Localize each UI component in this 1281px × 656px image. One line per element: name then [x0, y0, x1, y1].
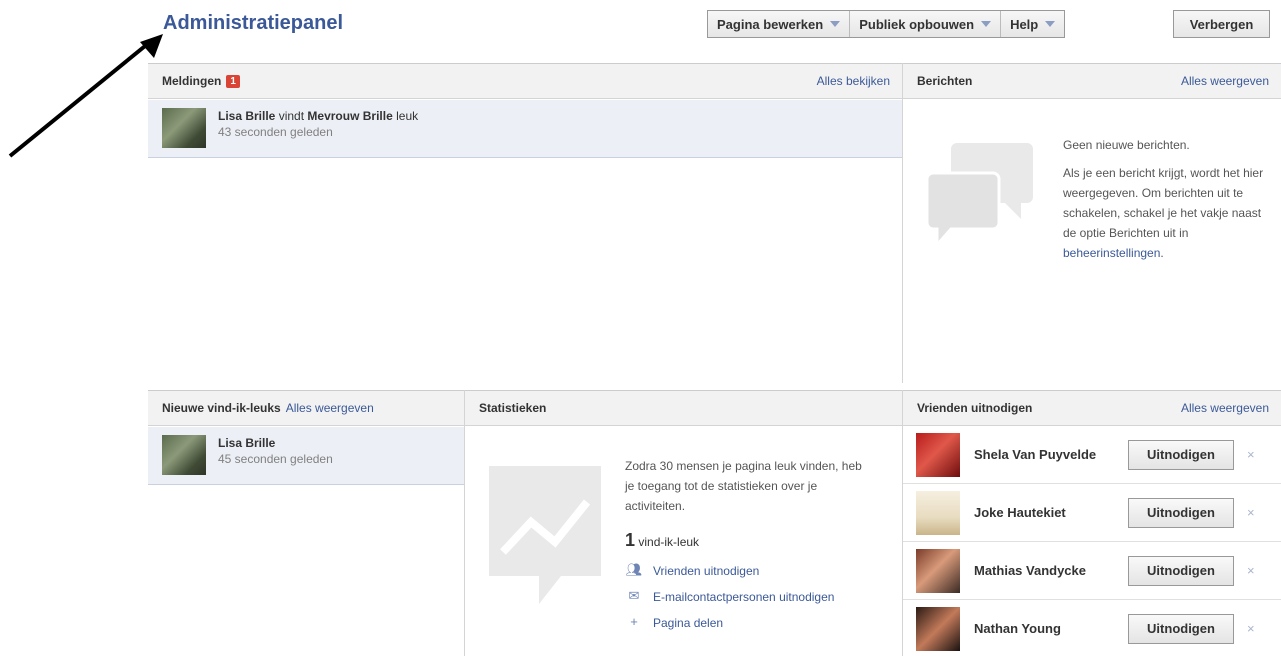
view-all-messages-link[interactable]: Alles weergeven — [1181, 74, 1269, 88]
like-count: 1 vind-ik-leuk — [625, 530, 699, 551]
insights-text: Zodra 30 mensen je pagina leuk vinden, h… — [625, 459, 862, 513]
insights-actions: 👥︎ Vrienden uitnodigen ✉︎ E-mailcontactper… — [625, 562, 865, 640]
avatar — [916, 432, 960, 477]
close-icon[interactable]: × — [1247, 563, 1255, 578]
invite-friends-link[interactable]: 👥︎ Vrienden uitnodigen — [625, 562, 865, 580]
invite-friends-header: Vrienden uitnodigen Alles weergeven — [903, 390, 1281, 426]
chevron-down-icon — [1045, 21, 1056, 27]
like-count-label: vind-ik-leuk — [638, 535, 700, 549]
insights-header: Statistieken — [465, 390, 902, 426]
email-contacts-icon: ✉︎ — [628, 588, 640, 603]
view-all-notifications-link[interactable]: Alles bekijken — [817, 74, 890, 88]
share-page-link[interactable]: + Pagina delen — [625, 614, 865, 632]
help-label: Help — [1010, 16, 1039, 32]
insights-chart-icon — [489, 466, 601, 604]
notifications-title-text: Meldingen — [162, 74, 222, 88]
messages-empty-title: Geen nieuwe berichten. — [1063, 138, 1190, 152]
avatar — [916, 548, 960, 593]
insights-panel: Statistieken Zodra 30 mensen je pagina l… — [464, 390, 902, 656]
notification-suffix: leuk — [396, 109, 419, 123]
build-audience-label: Publiek opbouwen — [859, 16, 975, 32]
chevron-down-icon — [830, 21, 841, 27]
notifications-title: Meldingen 1 — [162, 74, 240, 88]
messages-empty-icon — [927, 143, 1033, 249]
invite-friends-title: Vrienden uitnodigen — [917, 401, 1033, 415]
help-menu[interactable]: Help — [1001, 11, 1064, 37]
share-page-label: Pagina delen — [653, 616, 724, 630]
friend-name: Joke Hautekiet — [974, 505, 1066, 520]
admin-settings-link[interactable]: beheerinstellingen — [1063, 246, 1160, 260]
notification-actor[interactable]: Lisa Brille — [218, 109, 275, 123]
notification-time: 43 seconden geleden — [218, 125, 333, 139]
view-all-likes-link[interactable]: Alles weergeven — [286, 401, 374, 415]
close-icon[interactable]: × — [1247, 505, 1255, 520]
notifications-header: Meldingen 1 Alles bekijken — [148, 63, 902, 99]
messages-empty-body: Als je een bericht krijgt, wordt het hie… — [1063, 163, 1277, 263]
avatar[interactable] — [162, 435, 206, 475]
friend-row: Joke Hautekiet Uitnodigen × — [903, 484, 1281, 542]
friend-name: Shela Van Puyvelde — [974, 447, 1097, 462]
new-likes-panel: Nieuwe vind-ik-leuks Alles weergeven Lis… — [148, 390, 464, 656]
avatar — [916, 490, 960, 535]
notification-count-badge: 1 — [226, 74, 240, 88]
edit-page-label: Pagina bewerken — [717, 16, 824, 32]
invite-button[interactable]: Uitnodigen — [1128, 439, 1234, 470]
friend-name: Nathan Young — [974, 621, 1061, 636]
insights-title: Statistieken — [479, 401, 547, 415]
admin-toolbar: Pagina bewerken Publiek opbouwen Help — [707, 10, 1066, 38]
messages-panel: Berichten Alles weergeven Geen nieuwe be… — [902, 63, 1281, 383]
page-title: Administratiepanel — [163, 12, 344, 34]
like-count-number: 1 — [625, 530, 636, 550]
close-icon[interactable]: × — [1247, 447, 1255, 462]
new-likes-title: Nieuwe vind-ik-leuks — [162, 401, 281, 415]
notification-text: Lisa Brille vindt Mevrouw Brille leuk 43… — [218, 108, 418, 157]
close-icon[interactable]: × — [1247, 621, 1255, 636]
messages-empty-text: Geen nieuwe berichten. Als je een berich… — [1063, 135, 1277, 271]
messages-body-text: Als je een bericht krijgt, wordt het hie… — [1063, 166, 1264, 240]
new-like-time: 45 seconden geleden — [218, 452, 333, 466]
friend-row: Mathias Vandycke Uitnodigen × — [903, 542, 1281, 600]
invite-button[interactable]: Uitnodigen — [1128, 497, 1234, 528]
view-all-friends-link[interactable]: Alles weergeven — [1181, 401, 1269, 415]
build-audience-menu[interactable]: Publiek opbouwen — [850, 11, 1002, 37]
notification-item[interactable]: Lisa Brille vindt Mevrouw Brille leuk 43… — [148, 100, 902, 158]
notifications-panel: Meldingen 1 Alles bekijken Lisa Brille vi… — [148, 63, 902, 383]
friend-row: Nathan Young Uitnodigen × — [903, 600, 1281, 656]
new-likes-header: Nieuwe vind-ik-leuks Alles weergeven — [148, 390, 464, 426]
avatar — [916, 606, 960, 651]
friends-icon: 👥︎ — [625, 562, 643, 577]
chevron-down-icon — [981, 21, 992, 27]
edit-page-menu[interactable]: Pagina bewerken — [708, 11, 851, 37]
messages-period: . — [1160, 246, 1164, 260]
invite-button[interactable]: Uitnodigen — [1128, 613, 1234, 644]
new-like-name[interactable]: Lisa Brille — [218, 436, 275, 450]
notification-verb: vindt — [278, 109, 305, 123]
hide-button[interactable]: Verbergen — [1173, 10, 1270, 38]
new-like-text: Lisa Brille 45 seconden geleden — [218, 435, 333, 484]
plus-icon: + — [630, 614, 638, 629]
messages-header: Berichten Alles weergeven — [903, 63, 1281, 99]
invite-friends-panel: Vrienden uitnodigen Alles weergeven Shel… — [902, 390, 1281, 656]
messages-title: Berichten — [917, 74, 973, 88]
invite-button[interactable]: Uitnodigen — [1128, 555, 1234, 586]
invite-friends-label: Vrienden uitnodigen — [653, 564, 760, 578]
avatar[interactable] — [162, 108, 206, 148]
notification-object[interactable]: Mevrouw Brille — [307, 109, 392, 123]
friend-name: Mathias Vandycke — [974, 563, 1086, 578]
new-like-item[interactable]: Lisa Brille 45 seconden geleden — [148, 427, 464, 485]
friend-row: Shela Van Puyvelde Uitnodigen × — [903, 426, 1281, 484]
invite-email-contacts-link[interactable]: ✉︎ E-mailcontactpersonen uitnodigen — [625, 588, 865, 606]
invite-email-contacts-label: E-mailcontactpersonen uitnodigen — [653, 590, 835, 604]
